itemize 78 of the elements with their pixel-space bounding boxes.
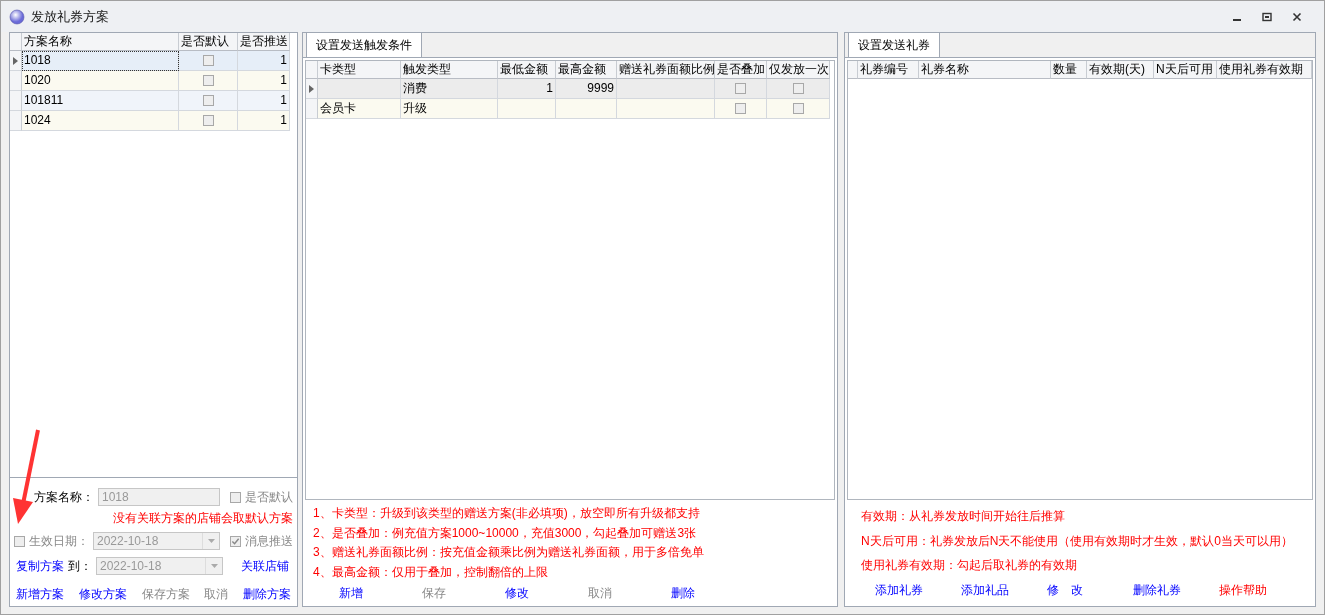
- hint-text: 有效期：从礼券发放时间开始往后推算: [861, 508, 1066, 525]
- action-link[interactable]: 修改: [505, 585, 588, 602]
- column-header: 礼券名称: [919, 61, 1051, 79]
- table-cell: 消费: [401, 79, 498, 99]
- action-link[interactable]: 删除礼券: [1133, 581, 1219, 599]
- action-link[interactable]: 修 改: [1047, 581, 1133, 599]
- column-header: 有效期(天): [1087, 61, 1154, 79]
- checkbox[interactable]: [792, 103, 804, 114]
- column-header: 使用礼券有效期: [1217, 61, 1312, 79]
- checkbox[interactable]: [230, 535, 241, 547]
- table-cell: 1: [498, 79, 556, 99]
- table-cell: 101811: [22, 91, 179, 111]
- field-label: 到：: [68, 557, 92, 575]
- action-link[interactable]: 新增: [339, 585, 422, 602]
- copy-plan-link[interactable]: 复制方案: [16, 557, 64, 575]
- table-cell: 1: [238, 51, 290, 71]
- hint-text: 4、最高金额：仅用于叠加，控制翻倍的上限: [313, 563, 549, 581]
- action-link[interactable]: 添加礼券: [875, 581, 961, 599]
- tab[interactable]: 设置发送礼券: [848, 32, 940, 57]
- column-header: 方案名称: [22, 33, 179, 51]
- tab[interactable]: 设置发送触发条件: [306, 32, 422, 57]
- table-cell: 1: [238, 71, 290, 91]
- table-cell: [556, 99, 617, 119]
- table-cell: 1020: [22, 71, 179, 91]
- table-cell: [498, 99, 556, 119]
- checkbox[interactable]: [202, 55, 214, 66]
- column-header: 数量: [1051, 61, 1087, 79]
- column-header: 触发类型: [401, 61, 498, 79]
- action-link[interactable]: 添加礼品: [961, 581, 1047, 599]
- checkbox[interactable]: [230, 491, 241, 503]
- table-cell: 1: [238, 111, 290, 131]
- column-header: 仅发放一次: [767, 61, 830, 79]
- checkbox[interactable]: [792, 83, 804, 94]
- checkbox[interactable]: [202, 75, 214, 86]
- app-icon: [9, 8, 25, 25]
- field-label: 方案名称：: [34, 488, 94, 506]
- checkbox[interactable]: [14, 535, 25, 547]
- table-cell: 1018: [22, 51, 179, 71]
- column-header: 卡类型: [318, 61, 401, 79]
- action-link[interactable]: 删除: [671, 585, 754, 602]
- action-link[interactable]: 删除方案: [243, 586, 291, 603]
- hint-text: 1、卡类型：升级到该类型的赠送方案(非必填项)，放空即所有升级都支持: [313, 505, 701, 522]
- checkbox[interactable]: [202, 115, 214, 126]
- caret-icon: [210, 564, 218, 568]
- column-header: 最高金额: [556, 61, 617, 79]
- checkbox-label: 消息推送: [245, 532, 293, 550]
- restore-icon[interactable]: [1262, 11, 1272, 22]
- column-header: N天后可用: [1154, 61, 1217, 79]
- column-header: 礼券编号: [858, 61, 919, 79]
- column-header: 是否叠加: [715, 61, 767, 79]
- help-link[interactable]: 操作帮助: [1219, 581, 1305, 599]
- checkbox-label: 生效日期：: [29, 532, 89, 550]
- column-header: 赠送礼券面额比例: [617, 61, 715, 79]
- caret-icon: [207, 539, 215, 543]
- hint-text: N天后可用：礼券发放后N天不能使用（使用有效期时才生效，默认0当天可以用）: [861, 532, 1294, 550]
- table-cell: 1024: [22, 111, 179, 131]
- table-cell: 升级: [401, 99, 498, 119]
- link-stores-link[interactable]: 关联店铺: [241, 557, 289, 575]
- checkbox[interactable]: [202, 95, 214, 106]
- hint-text: 2、是否叠加：例充值方案1000~10000，充值3000，勾起叠加可赠送3张: [313, 524, 698, 542]
- hint-text: 3、赠送礼券面额比例：按充值金额乘比例为赠送礼券面额，用于多倍免单: [313, 544, 705, 561]
- column-header: 最低金额: [498, 61, 556, 79]
- column-header: 是否默认: [179, 33, 238, 51]
- row-indicator[interactable]: [10, 51, 22, 71]
- checkbox[interactable]: [735, 83, 746, 94]
- action-link[interactable]: 新增方案: [16, 586, 64, 603]
- table-cell: 1: [238, 91, 290, 111]
- checkbox[interactable]: [735, 103, 746, 114]
- hint-text: 使用礼券有效期：勾起后取礼券的有效期: [861, 557, 1078, 574]
- window-title: 发放礼券方案: [31, 7, 109, 26]
- action-link[interactable]: 修改方案: [78, 586, 127, 603]
- table-cell: 会员卡: [318, 99, 401, 119]
- column-header: 是否推送: [238, 33, 290, 51]
- close-icon[interactable]: [1292, 11, 1302, 22]
- row-indicator[interactable]: [306, 79, 318, 99]
- hint-text: 没有关联方案的店铺会取默认方案: [113, 509, 293, 527]
- checkbox-label: 是否默认: [245, 488, 293, 506]
- table-cell: 9999: [556, 79, 617, 99]
